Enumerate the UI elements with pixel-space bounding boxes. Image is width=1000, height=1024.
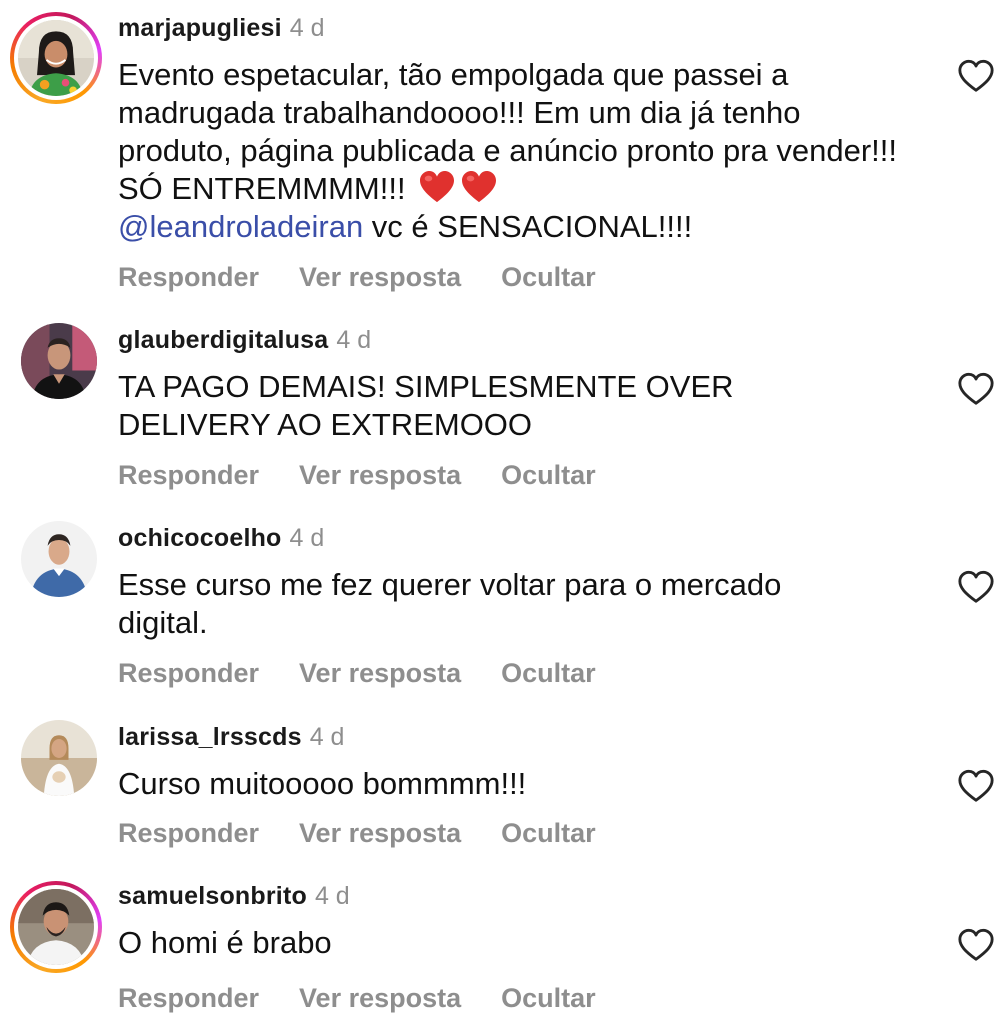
comment-actions: Responder Ver resposta Ocultar (118, 982, 596, 1014)
comment-text-body: Curso muitooooo bommmm!!! (118, 766, 527, 801)
reply-button[interactable]: Responder (118, 459, 259, 491)
avatar-image (21, 720, 97, 796)
avatar-story-ring[interactable] (10, 12, 102, 104)
username[interactable]: marjapugliesi (118, 14, 282, 42)
avatar-image-frame (21, 521, 97, 597)
comment-text: Esse curso me fez querer voltar para o m… (118, 566, 878, 642)
view-replies-button[interactable]: Ver resposta (299, 817, 461, 849)
timestamp: 4 d (314, 882, 350, 910)
username[interactable]: glauberdigitalusa (118, 326, 328, 354)
comment-actions: Responder Ver resposta Ocultar (118, 657, 596, 689)
avatar-story-ring[interactable] (10, 881, 102, 973)
comment-text: Curso muitooooo bommmm!!! (118, 765, 918, 803)
hide-button[interactable]: Ocultar (501, 817, 596, 849)
timestamp: 4 d (289, 14, 325, 42)
reply-button[interactable]: Responder (118, 982, 259, 1014)
timestamp: 4 d (289, 524, 325, 552)
hide-button[interactable]: Ocultar (501, 982, 596, 1014)
comment-text-body: Esse curso me fez querer voltar para o m… (118, 567, 782, 640)
avatar-image-frame (21, 323, 97, 399)
timestamp: 4 d (336, 326, 372, 354)
comment-header: glauberdigitalusa 4 d (118, 325, 371, 355)
comment-text-body: Evento espetacular, tão empolgada que pa… (118, 57, 898, 206)
comment-actions: Responder Ver resposta Ocultar (118, 261, 596, 293)
avatar-image-frame (21, 720, 97, 796)
view-replies-button[interactable]: Ver resposta (299, 657, 461, 689)
comment-actions: Responder Ver resposta Ocultar (118, 459, 596, 491)
red-heart-emoji-icon (420, 170, 455, 203)
hide-button[interactable]: Ocultar (501, 261, 596, 293)
comment-text-body: O homi é brabo (118, 925, 332, 960)
avatar (18, 889, 94, 965)
heart-outline-icon[interactable] (957, 371, 995, 407)
username[interactable]: ochicocoelho (118, 524, 282, 552)
hide-button[interactable]: Ocultar (501, 657, 596, 689)
heart-outline-icon[interactable] (957, 768, 995, 804)
view-replies-button[interactable]: Ver resposta (299, 459, 461, 491)
comment-text: TA PAGO DEMAIS! SIMPLESMENTE OVER DELIVE… (118, 368, 818, 444)
timestamp: 4 d (309, 723, 345, 751)
heart-outline-icon[interactable] (957, 58, 995, 94)
reply-button[interactable]: Responder (118, 657, 259, 689)
heart-outline-icon[interactable] (957, 927, 995, 963)
avatar-image (21, 521, 97, 597)
reply-button[interactable]: Responder (118, 261, 259, 293)
avatar[interactable] (21, 720, 97, 796)
comment-header: larissa_lrsscds 4 d (118, 722, 344, 752)
comment-text-body: TA PAGO DEMAIS! SIMPLESMENTE OVER DELIVE… (118, 369, 734, 442)
comment-actions: Responder Ver resposta Ocultar (118, 817, 596, 849)
avatar (18, 20, 94, 96)
comment-header: marjapugliesi 4 d (118, 13, 325, 43)
user-mention-link[interactable]: @leandroladeiran (118, 209, 363, 244)
avatar[interactable] (21, 323, 97, 399)
username[interactable]: samuelsonbrito (118, 882, 307, 910)
comment-text-tail: vc é SENSACIONAL!!!! (363, 209, 693, 244)
avatar-image (18, 889, 94, 965)
heart-outline-icon[interactable] (957, 569, 995, 605)
avatar[interactable] (21, 521, 97, 597)
avatar-image (18, 20, 94, 96)
comment-text: O homi é brabo (118, 924, 918, 962)
view-replies-button[interactable]: Ver resposta (299, 261, 461, 293)
username[interactable]: larissa_lrsscds (118, 723, 302, 751)
reply-button[interactable]: Responder (118, 817, 259, 849)
avatar-image (21, 323, 97, 399)
view-replies-button[interactable]: Ver resposta (299, 982, 461, 1014)
comment-header: samuelsonbrito 4 d (118, 881, 350, 911)
hide-button[interactable]: Ocultar (501, 459, 596, 491)
red-heart-emoji-icon (462, 170, 497, 203)
comment-text: Evento espetacular, tão empolgada que pa… (118, 56, 918, 246)
comment-header: ochicocoelho 4 d (118, 523, 324, 553)
